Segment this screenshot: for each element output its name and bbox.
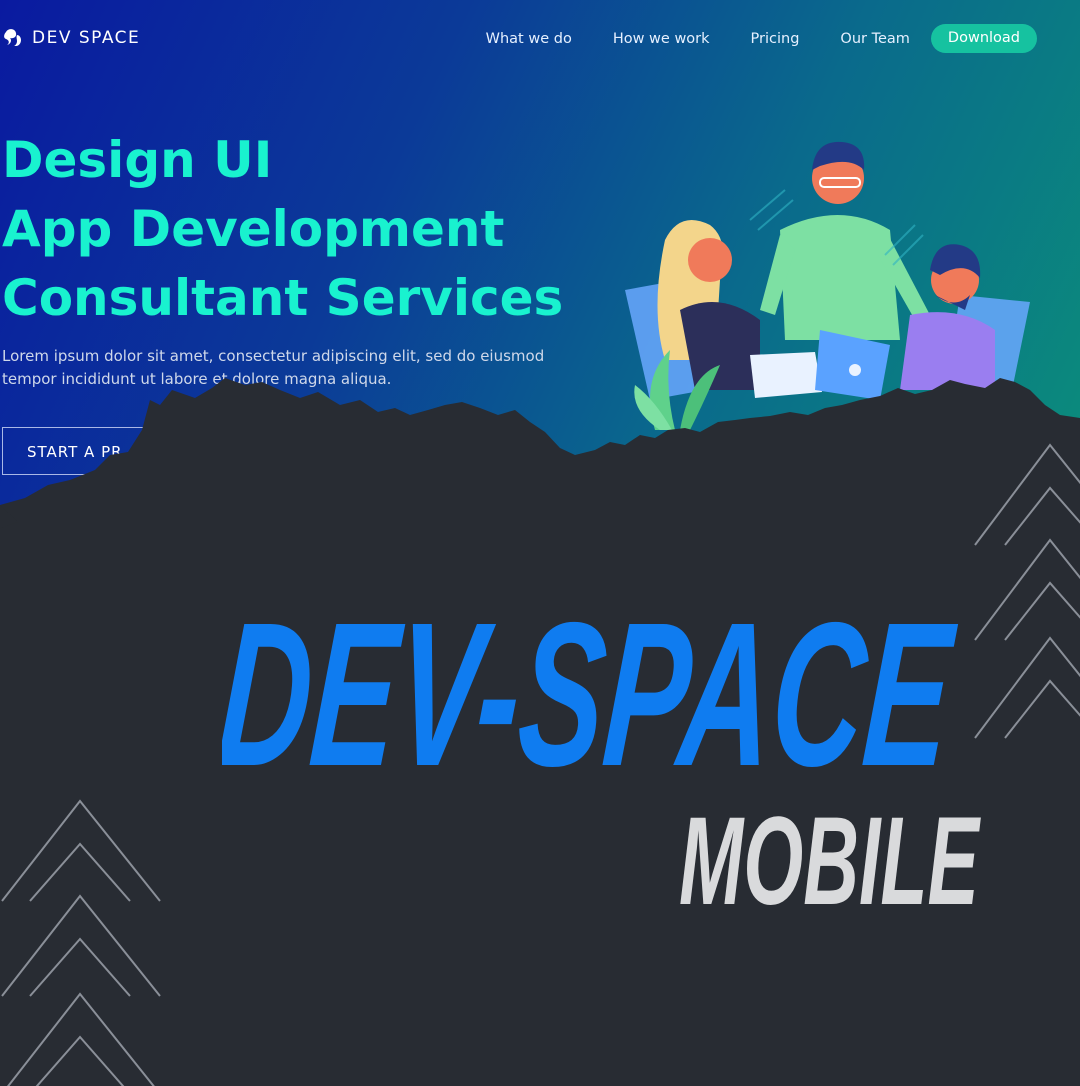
dev-space-title-text: DEV-SPACE <box>222 595 962 780</box>
mobile-subtitle: MOBILE <box>679 796 981 911</box>
logo-text: DEV SPACE <box>32 28 141 48</box>
mobile-subtitle-text: MOBILE <box>679 796 981 911</box>
headline-line-2: App Development <box>2 200 505 258</box>
nav-our-team[interactable]: Our Team <box>840 31 910 47</box>
nav-what-we-do[interactable]: What we do <box>486 31 572 47</box>
headline-line-3: Consultant Services <box>2 269 564 327</box>
squirrel-logo-icon <box>4 29 21 46</box>
nav-pricing[interactable]: Pricing <box>751 31 800 47</box>
download-button[interactable]: Download <box>930 24 1037 53</box>
chevron-up-icon <box>974 443 1080 739</box>
dev-space-title: DEV-SPACE <box>222 595 962 780</box>
chevron-up-icon <box>1 799 161 1086</box>
nav-how-we-work[interactable]: How we work <box>613 31 710 47</box>
headline-line-1: Design UI <box>2 131 273 189</box>
hero-headline: Design UI App Development Consultant Ser… <box>2 126 563 333</box>
main-nav: What we do How we work Pricing Our Team … <box>486 24 1037 53</box>
logo[interactable]: DEV SPACE <box>2 26 140 50</box>
